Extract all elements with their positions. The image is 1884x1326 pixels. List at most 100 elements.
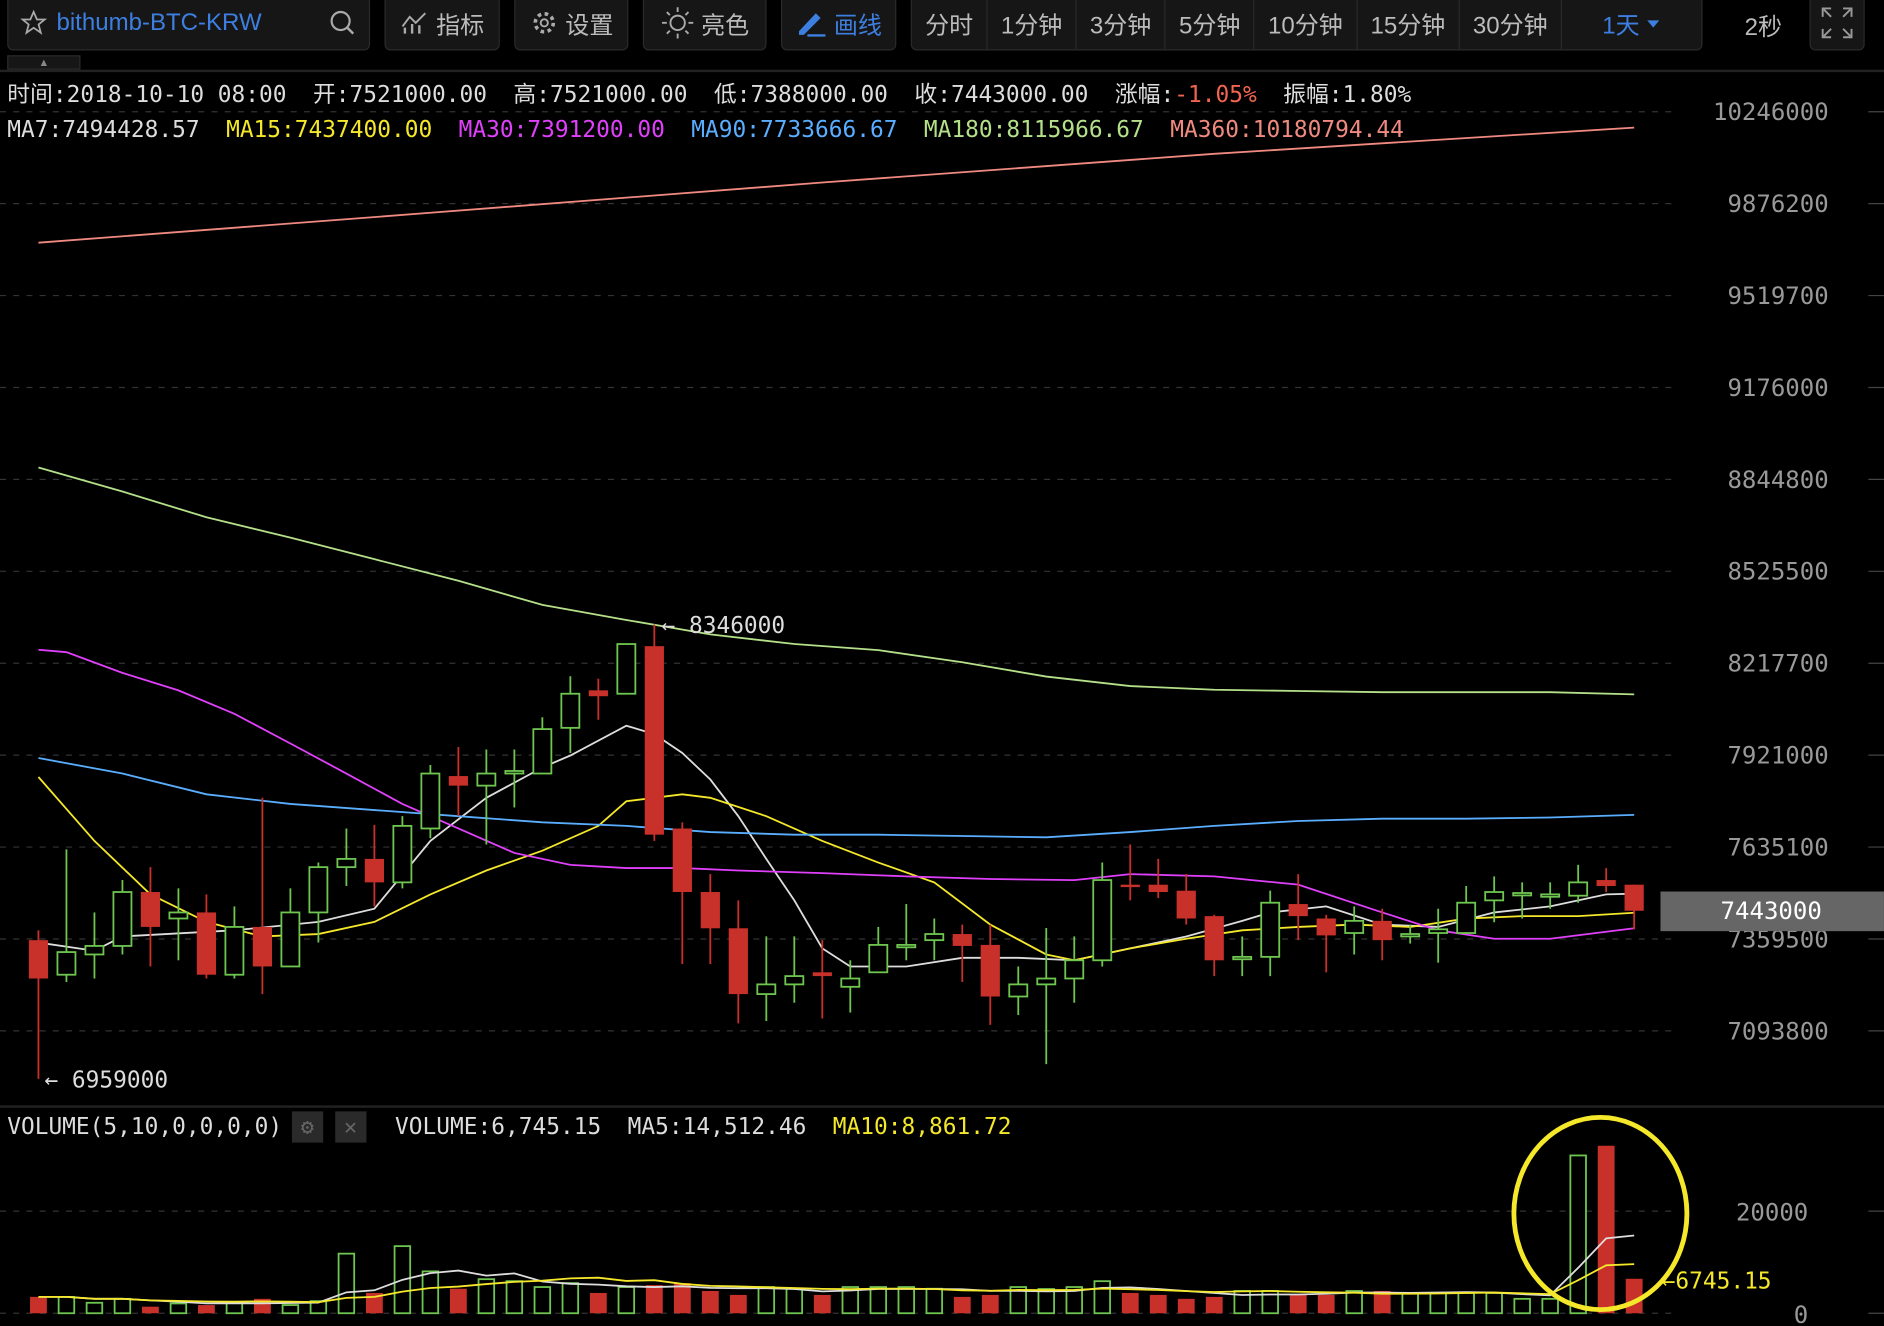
high-price-marker: ← 8346000 xyxy=(662,613,786,639)
volume-bar-up xyxy=(533,1286,552,1315)
candle-body-down xyxy=(1148,884,1168,893)
volume-bar-down xyxy=(701,1290,719,1314)
candle xyxy=(84,912,105,979)
candle-body-down xyxy=(1596,880,1616,887)
candle xyxy=(168,888,189,961)
candle xyxy=(1316,914,1336,973)
price-axis-label: 8217700 xyxy=(1727,650,1828,678)
candle xyxy=(1064,936,1085,1003)
candle-body-up xyxy=(1092,879,1113,962)
candle xyxy=(1120,844,1140,901)
candle-body-down xyxy=(1204,916,1224,961)
volume-ma10-line xyxy=(38,1263,1635,1304)
candle xyxy=(756,936,777,1021)
candle-body-up xyxy=(1064,959,1085,980)
candle xyxy=(252,797,273,995)
candle-body-down xyxy=(588,690,608,697)
candle-body-up xyxy=(84,945,105,956)
candle xyxy=(1036,927,1057,1065)
volume-bar-up xyxy=(1093,1280,1111,1315)
candle xyxy=(56,849,77,982)
ma-line-ma90 xyxy=(38,757,1635,839)
candle-body-up xyxy=(532,728,553,775)
candle-body-up xyxy=(56,951,77,976)
candle-body-down xyxy=(812,972,832,977)
candle-body-up xyxy=(1428,928,1449,934)
candle xyxy=(1624,884,1644,930)
volume-bar-down xyxy=(1597,1145,1615,1314)
candle-body-up xyxy=(784,975,805,986)
candle xyxy=(476,749,497,845)
candle xyxy=(336,828,357,887)
candle-body-up xyxy=(616,643,637,695)
candle xyxy=(1568,864,1589,903)
candle xyxy=(560,676,581,753)
candle-body-down xyxy=(140,892,161,927)
candle-body-up xyxy=(560,692,581,729)
volume-bar-up xyxy=(925,1287,943,1315)
volume-bar-up xyxy=(57,1295,76,1315)
candle-body-up xyxy=(1036,977,1057,986)
ma-line-ma360 xyxy=(38,126,1635,244)
price-axis-label: 8525500 xyxy=(1727,558,1828,586)
candle-body-down xyxy=(1372,920,1392,941)
candle xyxy=(924,918,945,961)
candle-body-up xyxy=(756,983,777,995)
candle-body-down xyxy=(644,646,664,835)
volume-bar-down xyxy=(1289,1294,1307,1314)
candle xyxy=(1260,890,1281,977)
candle xyxy=(1512,882,1533,919)
candle-body-down xyxy=(1176,890,1196,919)
candle-body-up xyxy=(336,858,357,869)
volume-bar-down xyxy=(645,1285,663,1314)
volume-bar-up xyxy=(169,1302,188,1315)
price-axis-label: 9876200 xyxy=(1727,190,1828,218)
volume-bar-down xyxy=(589,1292,607,1314)
candle xyxy=(728,900,748,1024)
candle-body-down xyxy=(952,934,972,946)
candle-body-up xyxy=(1400,933,1421,938)
volume-bar-down xyxy=(1121,1292,1139,1314)
volume-axis-label: 20000 xyxy=(1736,1199,1808,1227)
candle xyxy=(1232,936,1253,977)
price-axis-label: 10246000 xyxy=(1713,98,1829,126)
candle-body-up xyxy=(476,772,497,787)
volume-bar-up xyxy=(1457,1292,1475,1315)
volume-bar-up xyxy=(561,1282,580,1315)
candle xyxy=(840,960,861,1013)
volume-bar-up xyxy=(281,1304,300,1315)
volume-bar-up xyxy=(897,1286,916,1315)
kline-app: bithumb-BTC-KRW 指标 设置 亮色 画线 分时 1分钟 3分钟 5… xyxy=(0,0,1884,1326)
candle xyxy=(784,936,805,1003)
volume-bar-up xyxy=(617,1286,636,1315)
volume-bar-down xyxy=(142,1306,159,1314)
candle xyxy=(140,867,161,967)
volume-bar-up xyxy=(757,1286,776,1315)
candle-body-up xyxy=(1232,955,1253,961)
candle-body-down xyxy=(196,912,217,975)
candle xyxy=(280,888,301,968)
candle-body-up xyxy=(924,933,945,942)
candle xyxy=(644,624,664,841)
volume-bar-down xyxy=(1205,1296,1223,1314)
last-volume-marker: ←6745.15 xyxy=(1662,1268,1772,1294)
volume-chart[interactable]: 20000 0 ←6745.15 xyxy=(0,1105,1884,1326)
price-axis-label: 7635100 xyxy=(1727,833,1828,861)
candlestick-chart[interactable]: 10246000 9876200 9519700 9176000 8844800 8525… xyxy=(0,0,1884,1105)
candle xyxy=(672,822,692,965)
candle xyxy=(112,880,133,955)
candle-body-up xyxy=(504,770,525,775)
candle xyxy=(364,824,384,907)
candle-body-up xyxy=(168,911,189,920)
volume-bar-up xyxy=(1345,1290,1363,1315)
candle-body-down xyxy=(252,926,273,967)
volume-bar-up xyxy=(1485,1292,1503,1315)
candle xyxy=(392,816,413,889)
candle xyxy=(532,717,553,775)
volume-bar-up xyxy=(225,1301,244,1315)
candle-body-up xyxy=(224,926,245,976)
candle xyxy=(1484,876,1505,923)
candle xyxy=(196,894,217,979)
candle xyxy=(1372,908,1392,961)
volume-bar-down xyxy=(981,1294,999,1314)
